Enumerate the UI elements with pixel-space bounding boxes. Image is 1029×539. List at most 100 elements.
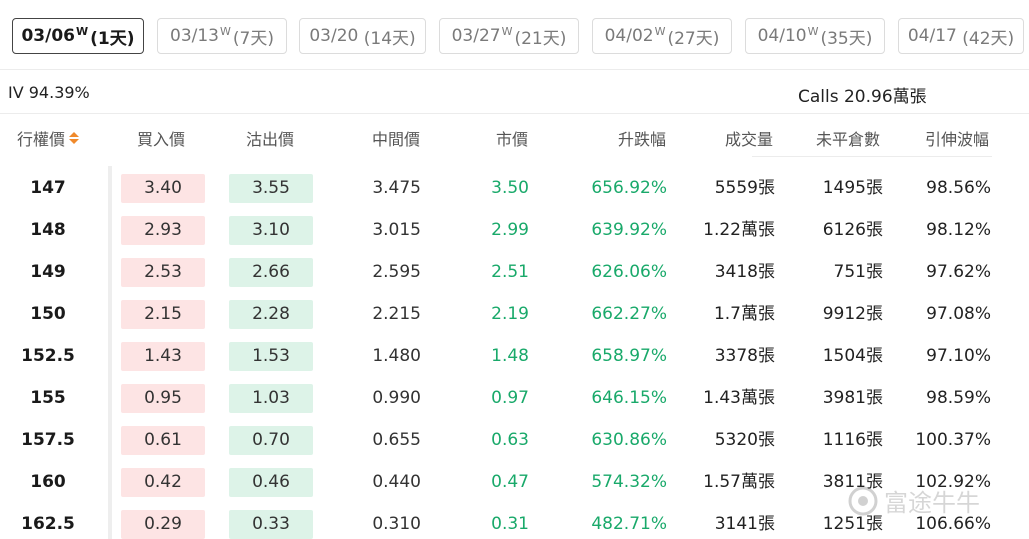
tab-expiry-0410[interactable]: 04/10 W (35天) (745, 18, 885, 54)
mid-price: 3.015 (372, 220, 421, 240)
implied-volatility: 100.37% (915, 430, 991, 450)
change-percent: 646.15% (591, 388, 667, 408)
change-percent: 630.86% (591, 430, 667, 450)
weekly-marker: W (501, 24, 513, 38)
summary-bar: IV 94.39% Calls 20.96萬張 (0, 70, 1029, 114)
tab-days: (1天) (90, 28, 135, 49)
bid-price[interactable]: 1.43 (121, 342, 205, 371)
open-interest: 1251張 (822, 514, 883, 534)
iv-summary: IV 94.39% (8, 83, 90, 102)
table-header: 行權價 買入價 沽出價 中間價 市價 升跌幅 成交量 未平倉數 引伸波幅 (0, 114, 1029, 156)
last-price: 0.63 (491, 430, 529, 450)
tab-days: (21天) (514, 28, 567, 49)
volume: 3141張 (714, 514, 775, 534)
open-interest: 1116張 (822, 430, 883, 450)
table-row[interactable]: 157.5 0.61 0.70 0.655 0.63 630.86% 5320張… (0, 419, 1029, 461)
sort-arrows-icon[interactable] (69, 132, 80, 146)
volume: 1.22萬張 (703, 220, 775, 240)
header-change: 升跌幅 (618, 130, 667, 149)
table-row[interactable]: 148 2.93 3.10 3.015 2.99 639.92% 1.22萬張 … (0, 209, 1029, 251)
table-row[interactable]: 160 0.42 0.46 0.440 0.47 574.32% 1.57萬張 … (0, 461, 1029, 503)
tab-date: 03/06 (21, 26, 75, 46)
last-price: 0.97 (491, 388, 529, 408)
tab-days: (27天) (667, 28, 720, 49)
tab-date: 03/27 (451, 26, 501, 46)
ask-price[interactable]: 3.10 (229, 216, 313, 245)
bid-price[interactable]: 0.42 (121, 468, 205, 497)
table-row[interactable]: 149 2.53 2.66 2.595 2.51 626.06% 3418張 7… (0, 251, 1029, 293)
tab-expiry-0320[interactable]: 03/20 (14天) (299, 18, 426, 54)
tab-date: 03/13 (170, 26, 219, 46)
change-percent: 574.32% (591, 472, 667, 492)
strike-price: 162.5 (21, 514, 75, 534)
bid-price[interactable]: 2.53 (121, 258, 205, 287)
implied-volatility: 97.08% (926, 304, 991, 324)
ask-price[interactable]: 0.46 (229, 468, 313, 497)
volume: 1.7萬張 (713, 304, 775, 324)
bid-price[interactable]: 0.61 (121, 426, 205, 455)
implied-volatility: 97.62% (926, 262, 991, 282)
ask-price[interactable]: 0.70 (229, 426, 313, 455)
tab-expiry-0402[interactable]: 04/02 W (27天) (592, 18, 732, 54)
header-strike[interactable]: 行權價 (17, 126, 80, 150)
tab-days: (35天) (820, 28, 873, 49)
last-price: 0.47 (491, 472, 529, 492)
weekly-marker: W (220, 24, 231, 38)
open-interest: 3981張 (822, 388, 883, 408)
mid-price: 2.595 (372, 262, 421, 282)
mid-price: 3.475 (372, 178, 421, 198)
strike-price: 150 (30, 304, 66, 324)
tab-date: 04/10 (757, 26, 807, 46)
change-percent: 639.92% (591, 220, 667, 240)
header-volume: 成交量 (725, 130, 774, 149)
strike-price: 160 (30, 472, 66, 492)
bid-price[interactable]: 0.95 (121, 384, 205, 413)
bid-price[interactable]: 2.93 (121, 216, 205, 245)
header-open-interest: 未平倉數 (816, 130, 881, 149)
change-percent: 662.27% (591, 304, 667, 324)
volume: 1.57萬張 (703, 472, 775, 492)
last-price: 2.19 (491, 304, 529, 324)
bid-price[interactable]: 3.40 (121, 174, 205, 203)
tab-expiry-0313[interactable]: 03/13 W (7天) (157, 18, 287, 54)
expiry-tab-bar: 03/06 W (1天) 03/13 W (7天) 03/20 (14天) 03/27 W… (0, 0, 1029, 70)
bid-price[interactable]: 0.29 (121, 510, 205, 539)
ask-price[interactable]: 0.33 (229, 510, 313, 539)
mid-price: 0.440 (372, 472, 421, 492)
weekly-marker: W (654, 24, 666, 38)
tab-days: (42天) (962, 28, 1015, 49)
open-interest: 1495張 (822, 178, 883, 198)
ask-price[interactable]: 2.28 (229, 300, 313, 329)
table-row[interactable]: 147 3.40 3.55 3.475 3.50 656.92% 5559張 1… (0, 167, 1029, 209)
weekly-marker: W (807, 24, 819, 38)
tab-expiry-0306[interactable]: 03/06 W (1天) (12, 18, 144, 54)
ask-price[interactable]: 3.55 (229, 174, 313, 203)
table-row[interactable]: 155 0.95 1.03 0.990 0.97 646.15% 1.43萬張 … (0, 377, 1029, 419)
implied-volatility: 98.59% (926, 388, 991, 408)
last-price: 3.50 (491, 178, 529, 198)
implied-volatility: 97.10% (926, 346, 991, 366)
bid-price[interactable]: 2.15 (121, 300, 205, 329)
strike-price: 148 (30, 220, 66, 240)
mid-price: 0.310 (372, 514, 421, 534)
tab-expiry-0327[interactable]: 03/27 W (21天) (439, 18, 579, 54)
volume: 5320張 (714, 430, 775, 450)
header-bid: 買入價 (137, 130, 186, 149)
strike-price: 157.5 (21, 430, 75, 450)
volume: 3418張 (714, 262, 775, 282)
ask-price[interactable]: 1.53 (229, 342, 313, 371)
change-percent: 656.92% (591, 178, 667, 198)
table-row[interactable]: 162.5 0.29 0.33 0.310 0.31 482.71% 3141張… (0, 503, 1029, 539)
ask-price[interactable]: 2.66 (229, 258, 313, 287)
last-price: 2.51 (491, 262, 529, 282)
tab-date: 04/17 (907, 26, 957, 46)
open-interest: 6126張 (822, 220, 883, 240)
tab-expiry-0417[interactable]: 04/17 (42天) (898, 18, 1024, 54)
open-interest: 9912張 (822, 304, 883, 324)
ask-price[interactable]: 1.03 (229, 384, 313, 413)
header-iv: 引伸波幅 (925, 130, 990, 149)
implied-volatility: 106.66% (915, 514, 991, 534)
table-row[interactable]: 152.5 1.43 1.53 1.480 1.48 658.97% 3378張… (0, 335, 1029, 377)
volume: 3378張 (714, 346, 775, 366)
table-row[interactable]: 150 2.15 2.28 2.215 2.19 662.27% 1.7萬張 9… (0, 293, 1029, 335)
